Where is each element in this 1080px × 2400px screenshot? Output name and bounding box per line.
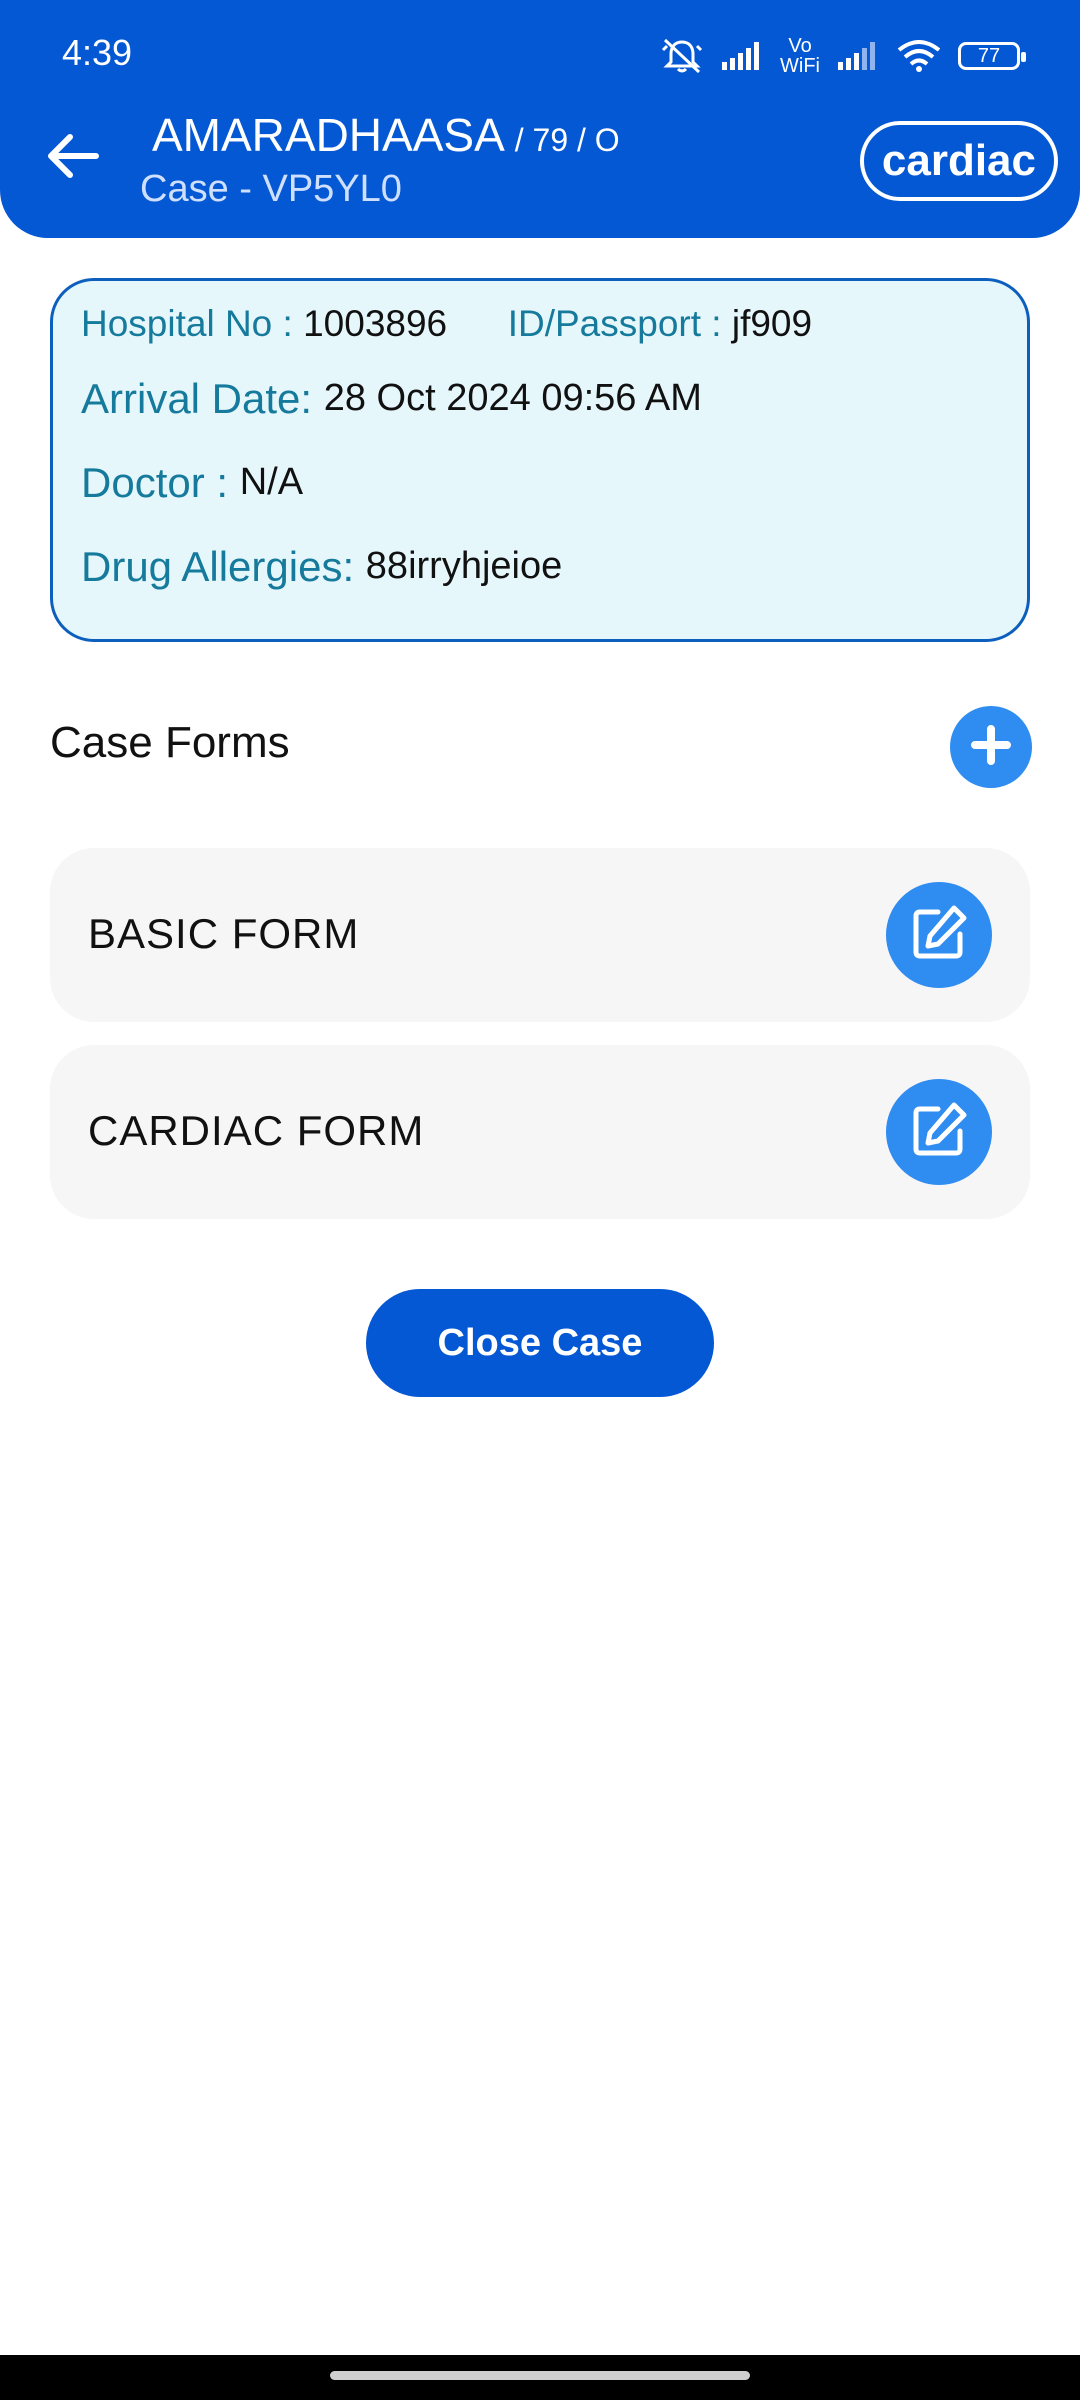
doctor-row: Doctor : N/A <box>81 459 303 507</box>
form-card-basic[interactable]: BASIC FORM <box>50 848 1030 1022</box>
drug-allergies-row: Drug Allergies: 88irryhjeioe <box>81 543 562 591</box>
case-forms-title: Case Forms <box>50 718 290 767</box>
category-chip[interactable]: cardiac <box>859 121 1058 201</box>
back-button[interactable] <box>38 122 110 194</box>
wifi-icon <box>896 38 942 74</box>
plus-icon <box>969 723 1013 772</box>
vowifi-icon: Vo WiFi <box>780 36 820 76</box>
signal-icon <box>836 40 880 72</box>
arrival-date-label: Arrival Date: <box>81 375 313 422</box>
edit-cardiac-form-button[interactable] <box>886 1079 992 1185</box>
hospital-id-row: Hospital No : 1003896 ID/Passport : jf90… <box>81 303 812 345</box>
case-id: Case - VP5YL0 <box>140 168 402 210</box>
edit-icon <box>908 902 970 969</box>
muted-bell-icon <box>660 36 704 76</box>
drug-allergies-label: Drug Allergies: <box>81 543 355 590</box>
close-case-button[interactable]: Close Case <box>366 1289 714 1397</box>
battery-nub <box>1021 52 1026 62</box>
status-icons: Vo WiFi 77 <box>660 32 1026 80</box>
home-indicator[interactable] <box>330 2371 750 2380</box>
app-header: 4:39 Vo WiFi 77 AMARADHAASA / 79 / O Cas… <box>0 0 1080 238</box>
doctor-value: N/A <box>239 461 304 503</box>
arrival-date-row: Arrival Date: 28 Oct 2024 09:56 AM <box>81 375 702 423</box>
hospital-no-label: Hospital No : <box>81 303 293 344</box>
patient-title: AMARADHAASA/ 79 / O <box>152 108 620 162</box>
drug-allergies-value: 88irryhjeioe <box>365 545 563 587</box>
edit-basic-form-button[interactable] <box>886 882 992 988</box>
battery-icon: 77 <box>958 42 1026 70</box>
system-nav-bar <box>0 2355 1080 2400</box>
battery-level: 77 <box>977 44 1001 67</box>
signal-icon <box>720 40 764 72</box>
form-label: BASIC FORM <box>88 910 360 957</box>
vowifi-bottom-label: WiFi <box>780 55 820 77</box>
patient-name: AMARADHAASA <box>152 109 505 161</box>
status-time: 4:39 <box>62 32 133 73</box>
id-passport-value: jf909 <box>731 303 813 344</box>
doctor-label: Doctor : <box>81 459 229 506</box>
hospital-no-value: 1003896 <box>303 303 448 344</box>
form-card-cardiac[interactable]: CARDIAC FORM <box>50 1045 1030 1219</box>
patient-age-blood: / 79 / O <box>514 122 620 158</box>
add-form-button[interactable] <box>950 706 1032 788</box>
form-label: CARDIAC FORM <box>88 1107 425 1154</box>
arrival-date-value: 28 Oct 2024 09:56 AM <box>323 377 702 419</box>
edit-icon <box>908 1099 970 1166</box>
patient-info-card: Hospital No : 1003896 ID/Passport : jf90… <box>50 278 1030 642</box>
vowifi-top-label: Vo <box>788 35 812 57</box>
id-passport-label: ID/Passport : <box>507 303 722 344</box>
arrow-left-icon <box>44 129 104 188</box>
